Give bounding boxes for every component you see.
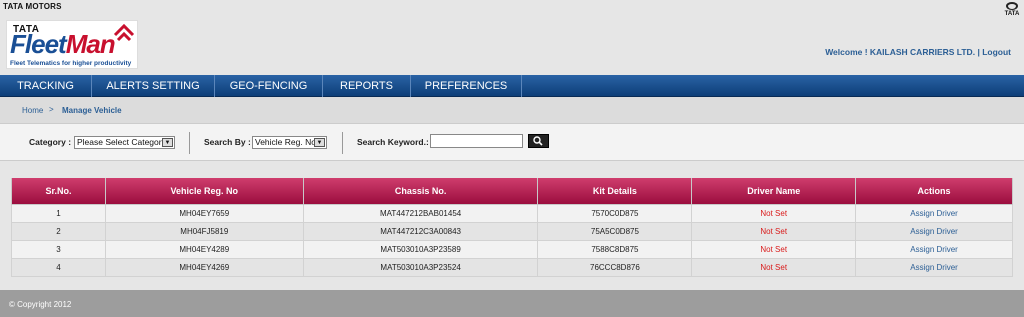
cell-driver-name: Not Set — [691, 257, 857, 277]
cell-kit-details: 75A5C0D875 — [537, 221, 693, 241]
cell-chassis: MAT447212BAB01454 — [302, 203, 539, 223]
assign-driver-link[interactable]: Assign Driver — [855, 239, 1013, 259]
cell-vehicle-reg: MH04EY7659 — [104, 203, 304, 223]
col-vehicle-reg: Vehicle Reg. No — [104, 178, 304, 205]
welcome-text: Welcome ! KAILASH CARRIERS LTD. — [825, 47, 976, 57]
category-select[interactable]: Please Select Category ▼ — [74, 136, 175, 149]
search-by-label: Search By : — [204, 137, 251, 147]
main-nav: TRACKING ALERTS SETTING GEO-FENCING REPO… — [0, 75, 1024, 97]
filter-divider — [342, 132, 343, 154]
search-by-select[interactable]: Vehicle Reg. No ▼ — [252, 136, 327, 149]
col-kit-details: Kit Details — [537, 178, 693, 205]
cell-chassis: MAT447212C3A00843 — [302, 221, 539, 241]
nav-reports[interactable]: REPORTS — [323, 75, 411, 97]
breadcrumb: Home > Manage Vehicle — [0, 97, 1024, 123]
table-row: 2 MH04FJ5819 MAT447212C3A00843 75A5C0D87… — [11, 221, 1013, 241]
logo-tagline: Fleet Telematics for higher productivity — [10, 60, 132, 67]
nav-preferences[interactable]: PREFERENCES — [411, 75, 522, 97]
cell-vehicle-reg: MH04EY4289 — [104, 239, 304, 259]
cell-driver-name: Not Set — [691, 239, 857, 259]
tata-logo-text: TATA — [1004, 11, 1020, 17]
cell-vehicle-reg: MH04EY4269 — [104, 257, 304, 277]
top-header: TATA MOTORS TATA TATA FleetMan Fleet Tel… — [0, 0, 1024, 75]
filter-bar: Category : Please Select Category ▼ Sear… — [0, 123, 1024, 161]
cell-sr-no: 2 — [11, 221, 106, 241]
welcome-separator: | — [977, 47, 980, 57]
cell-sr-no: 1 — [11, 203, 106, 223]
nav-alerts-setting[interactable]: ALERTS SETTING — [92, 75, 215, 97]
search-keyword-input[interactable] — [430, 134, 523, 148]
cell-sr-no: 3 — [11, 239, 106, 259]
cell-kit-details: 7570C0D875 — [537, 203, 693, 223]
table-header-row: Sr.No. Vehicle Reg. No Chassis No. Kit D… — [11, 178, 1013, 205]
chevron-down-icon: ▼ — [162, 138, 173, 147]
table-row: 4 MH04EY4269 MAT503010A3P23524 76CCC8D87… — [11, 257, 1013, 277]
table-row: 3 MH04EY4289 MAT503010A3P23589 7588C8D87… — [11, 239, 1013, 259]
search-by-select-value: Vehicle Reg. No — [255, 137, 316, 147]
breadcrumb-home[interactable]: Home — [22, 106, 43, 115]
cell-kit-details: 76CCC8D876 — [537, 257, 693, 277]
breadcrumb-current: Manage Vehicle — [62, 106, 122, 115]
table-row: 1 MH04EY7659 MAT447212BAB01454 7570C0D87… — [11, 203, 1013, 223]
logout-link[interactable]: Logout — [982, 47, 1011, 57]
col-driver-name: Driver Name — [691, 178, 857, 205]
assign-driver-link[interactable]: Assign Driver — [855, 221, 1013, 241]
cell-chassis: MAT503010A3P23524 — [302, 257, 539, 277]
assign-driver-link[interactable]: Assign Driver — [855, 257, 1013, 277]
tata-t-mark-icon — [1006, 2, 1018, 10]
tata-motors-wordmark: TATA MOTORS — [3, 2, 62, 11]
logo-chevron-icon — [113, 23, 135, 42]
cell-vehicle-reg: MH04FJ5819 — [104, 221, 304, 241]
search-button[interactable] — [528, 134, 549, 148]
logo-fleet-part: Fleet — [10, 29, 67, 59]
cell-sr-no: 4 — [11, 257, 106, 277]
category-label: Category : — [29, 137, 72, 147]
col-sr-no: Sr.No. — [11, 178, 106, 205]
footer: © Copyright 2012 — [0, 290, 1024, 317]
fleetman-logo[interactable]: TATA FleetMan Fleet Telematics for highe… — [6, 20, 138, 69]
cell-chassis: MAT503010A3P23589 — [302, 239, 539, 259]
cell-driver-name: Not Set — [691, 221, 857, 241]
nav-geo-fencing[interactable]: GEO-FENCING — [215, 75, 323, 97]
breadcrumb-separator: > — [49, 105, 54, 114]
search-keyword-label: Search Keyword.: — [357, 137, 429, 147]
col-chassis: Chassis No. — [302, 178, 539, 205]
tata-logo-icon: TATA — [1004, 2, 1020, 17]
category-select-value: Please Select Category — [77, 137, 166, 147]
logo-fleetman-text: FleetMan — [10, 29, 116, 60]
chevron-down-icon: ▼ — [314, 138, 325, 147]
cell-kit-details: 7588C8D875 — [537, 239, 693, 259]
filter-divider — [189, 132, 190, 154]
assign-driver-link[interactable]: Assign Driver — [855, 203, 1013, 223]
logo-man-part: Man — [65, 29, 116, 59]
col-actions: Actions — [855, 178, 1013, 205]
vehicle-table: Sr.No. Vehicle Reg. No Chassis No. Kit D… — [11, 178, 1013, 277]
copyright-text: © Copyright 2012 — [9, 300, 72, 309]
welcome-area: Welcome ! KAILASH CARRIERS LTD. | Logout — [825, 47, 1011, 57]
search-icon — [533, 136, 543, 146]
nav-tracking[interactable]: TRACKING — [0, 75, 92, 97]
cell-driver-name: Not Set — [691, 203, 857, 223]
